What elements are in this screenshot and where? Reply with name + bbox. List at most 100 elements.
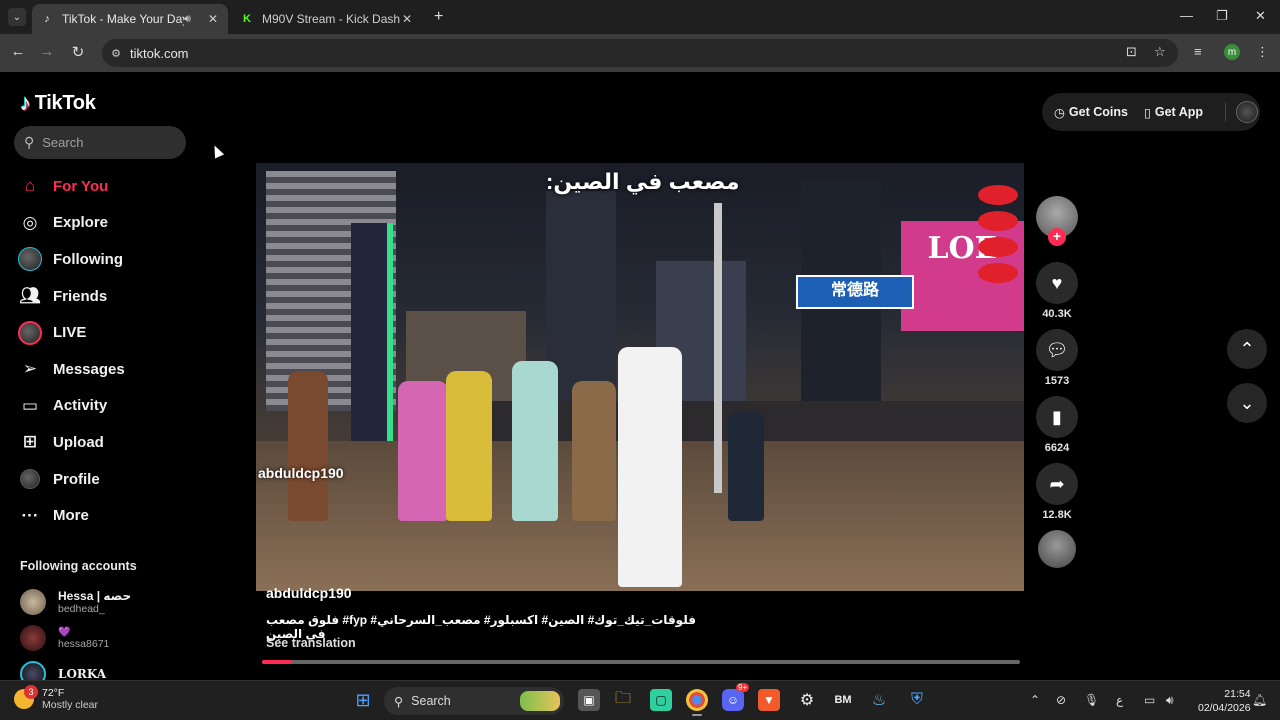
sidebar-item-label: Friends <box>53 287 108 305</box>
person-shape <box>288 371 328 521</box>
new-tab-icon[interactable]: + <box>434 8 443 26</box>
microphone-icon[interactable]: 🎙︎ <box>1084 693 1099 707</box>
media-controls-icon[interactable]: ≡ <box>1194 44 1202 59</box>
sidebar-item-more[interactable]: ··· More <box>18 497 208 534</box>
comment-button[interactable]: 💬︎ <box>1036 329 1078 371</box>
taskbar-search[interactable]: ⚲ Search <box>384 687 564 715</box>
heart-icon: ♥ <box>1051 272 1063 293</box>
profile-avatar[interactable]: m <box>1224 44 1240 60</box>
speaker-icon[interactable]: 🔊︎ <box>184 13 200 26</box>
network-icon[interactable]: ▭ <box>1144 693 1155 707</box>
follow-plus-icon[interactable]: + <box>1048 228 1066 246</box>
share-arrow-icon: ➦ <box>1049 473 1065 494</box>
lantern-shape <box>978 237 1018 257</box>
camera-off-icon[interactable]: ⊘ <box>1056 693 1066 707</box>
sidebar-item-profile[interactable]: Profile <box>18 461 208 498</box>
video-progress-fill <box>262 660 293 664</box>
lantern-shape <box>978 263 1018 283</box>
like-button[interactable]: ♥ <box>1036 262 1078 304</box>
weather-widget[interactable]: 3 72°F Mostly clear <box>14 685 99 711</box>
plus-square-icon: ⊞ <box>22 432 38 452</box>
close-tab-icon[interactable]: ✕ <box>206 12 220 26</box>
see-translation-link[interactable]: See translation <box>266 636 356 650</box>
tab-tiktok[interactable]: ♪ TikTok - Make Your Day 🔊︎ ✕ <box>32 4 228 34</box>
weather-desc: Mostly clear <box>42 699 99 711</box>
close-tab-icon[interactable]: ✕ <box>400 12 414 26</box>
menu-kebab-icon[interactable]: ⋮ <box>1256 44 1269 60</box>
forward-icon[interactable]: → <box>38 43 56 60</box>
address-bar[interactable]: ⚙ tiktok.com ⊡ ☆ <box>102 39 1178 67</box>
search-box[interactable]: ⚲ <box>14 126 186 159</box>
shield-app-icon[interactable]: ⛨ <box>906 689 928 711</box>
sidebar-item-friends[interactable]: 👥︎ Friends <box>18 278 208 315</box>
install-app-icon[interactable]: ⊡ <box>1126 44 1137 60</box>
get-coins-label: Get Coins <box>1068 105 1128 119</box>
volume-icon[interactable]: 🔊︎ <box>1166 693 1174 708</box>
tab-kick[interactable]: K M90V Stream - Kick Dashboard ✕ <box>232 4 422 34</box>
mouse-cursor <box>209 143 225 159</box>
app-icon[interactable]: ▢ <box>650 689 672 711</box>
weather-temp: 72°F <box>42 687 65 699</box>
user-avatar[interactable] <box>1236 101 1259 123</box>
search-icon: ⚲ <box>394 694 404 709</box>
sidebar-item-for-you[interactable]: ⌂ For You <box>18 168 208 205</box>
search-input[interactable] <box>42 135 163 150</box>
person-shape <box>618 347 682 587</box>
file-explorer-icon[interactable]: 🗀︎ <box>612 689 634 711</box>
lantern-shape <box>978 185 1018 205</box>
system-clock[interactable]: 21:54 02/04/2026 <box>1198 687 1251 715</box>
notifications-bell-icon[interactable]: 🔔︎ <box>1252 693 1267 707</box>
share-count: 12.8K <box>1042 509 1072 521</box>
tab-search-button[interactable]: ⌄ <box>8 8 26 26</box>
send-icon: ➢ <box>22 359 38 379</box>
clock-date: 02/04/2026 <box>1198 702 1251 714</box>
sidebar-item-live[interactable]: LIVE <box>18 314 208 351</box>
creator-avatar[interactable]: + <box>1036 196 1078 246</box>
discord-icon[interactable]: ☺ 9+ <box>722 683 750 711</box>
save-button[interactable]: ▮ <box>1036 396 1078 438</box>
music-disc-icon[interactable] <box>1038 530 1076 568</box>
share-button[interactable]: ➦ <box>1036 463 1078 505</box>
start-windows-icon[interactable]: ⊞ <box>352 689 374 711</box>
site-info-icon[interactable]: ⚙ <box>102 47 130 60</box>
video-progress-bar[interactable] <box>262 660 1020 664</box>
list-item[interactable]: Hessa | حصه bedhead_ <box>20 584 131 620</box>
language-indicator[interactable]: ع <box>1116 693 1123 707</box>
account-name: Hessa | حصه <box>58 589 132 603</box>
minimize-icon[interactable]: — <box>1180 8 1193 23</box>
friends-icon: 👥︎ <box>19 286 41 306</box>
taskbar-search-label: Search <box>411 694 451 708</box>
coin-icon: ◷ <box>1054 105 1065 120</box>
get-app-button[interactable]: ▯ Get App <box>1144 105 1203 120</box>
reload-icon[interactable]: ↻ <box>69 43 87 61</box>
brave-icon[interactable]: ▼ <box>758 689 780 711</box>
next-video-button[interactable]: ⌄ <box>1227 383 1267 423</box>
steam-settings-icon[interactable]: ⚙ <box>796 689 818 711</box>
list-item[interactable]: 💜 hessa8671 <box>20 620 131 656</box>
chevron-up-icon[interactable]: ⌃ <box>1030 693 1040 707</box>
back-icon[interactable]: ← <box>9 43 27 60</box>
browser-tab-bar: ⌄ ♪ TikTok - Make Your Day 🔊︎ ✕ K M90V S… <box>0 0 1280 34</box>
steam-icon[interactable]: ♨ <box>868 689 890 711</box>
sidebar-item-following[interactable]: Following <box>18 241 208 278</box>
get-coins-button[interactable]: ◷ Get Coins <box>1054 105 1128 120</box>
sidebar-item-label: More <box>53 507 89 525</box>
video-watermark: abduldcp190 <box>258 465 344 481</box>
sidebar-item-messages[interactable]: ➢ Messages <box>18 351 208 388</box>
task-view-icon[interactable]: ▣ <box>578 689 600 711</box>
sidebar-item-explore[interactable]: ◎ Explore <box>18 205 208 242</box>
tab-title: TikTok - Make Your Day <box>62 12 184 26</box>
bm-app-icon[interactable]: BM <box>832 689 854 711</box>
tiktok-logo[interactable]: ♪ TikTok <box>20 90 96 116</box>
account-handle: hessa8671 <box>58 637 110 650</box>
close-window-icon[interactable]: ✕ <box>1255 8 1266 24</box>
chrome-icon[interactable] <box>686 689 708 716</box>
bookmark-star-icon[interactable]: ☆ <box>1154 44 1166 60</box>
sidebar-item-upload[interactable]: ⊞ Upload <box>18 424 208 461</box>
sidebar-item-activity[interactable]: ▭ Activity <box>18 388 208 425</box>
sidebar-item-label: For You <box>53 177 109 195</box>
video-author[interactable]: abduldcp190 <box>266 585 352 601</box>
video-player[interactable]: LOE 常德路 مصعب في الصين: abduldcp190 <box>256 163 1024 591</box>
previous-video-button[interactable]: ⌃ <box>1227 329 1267 369</box>
maximize-icon[interactable]: ❐ <box>1216 8 1228 24</box>
